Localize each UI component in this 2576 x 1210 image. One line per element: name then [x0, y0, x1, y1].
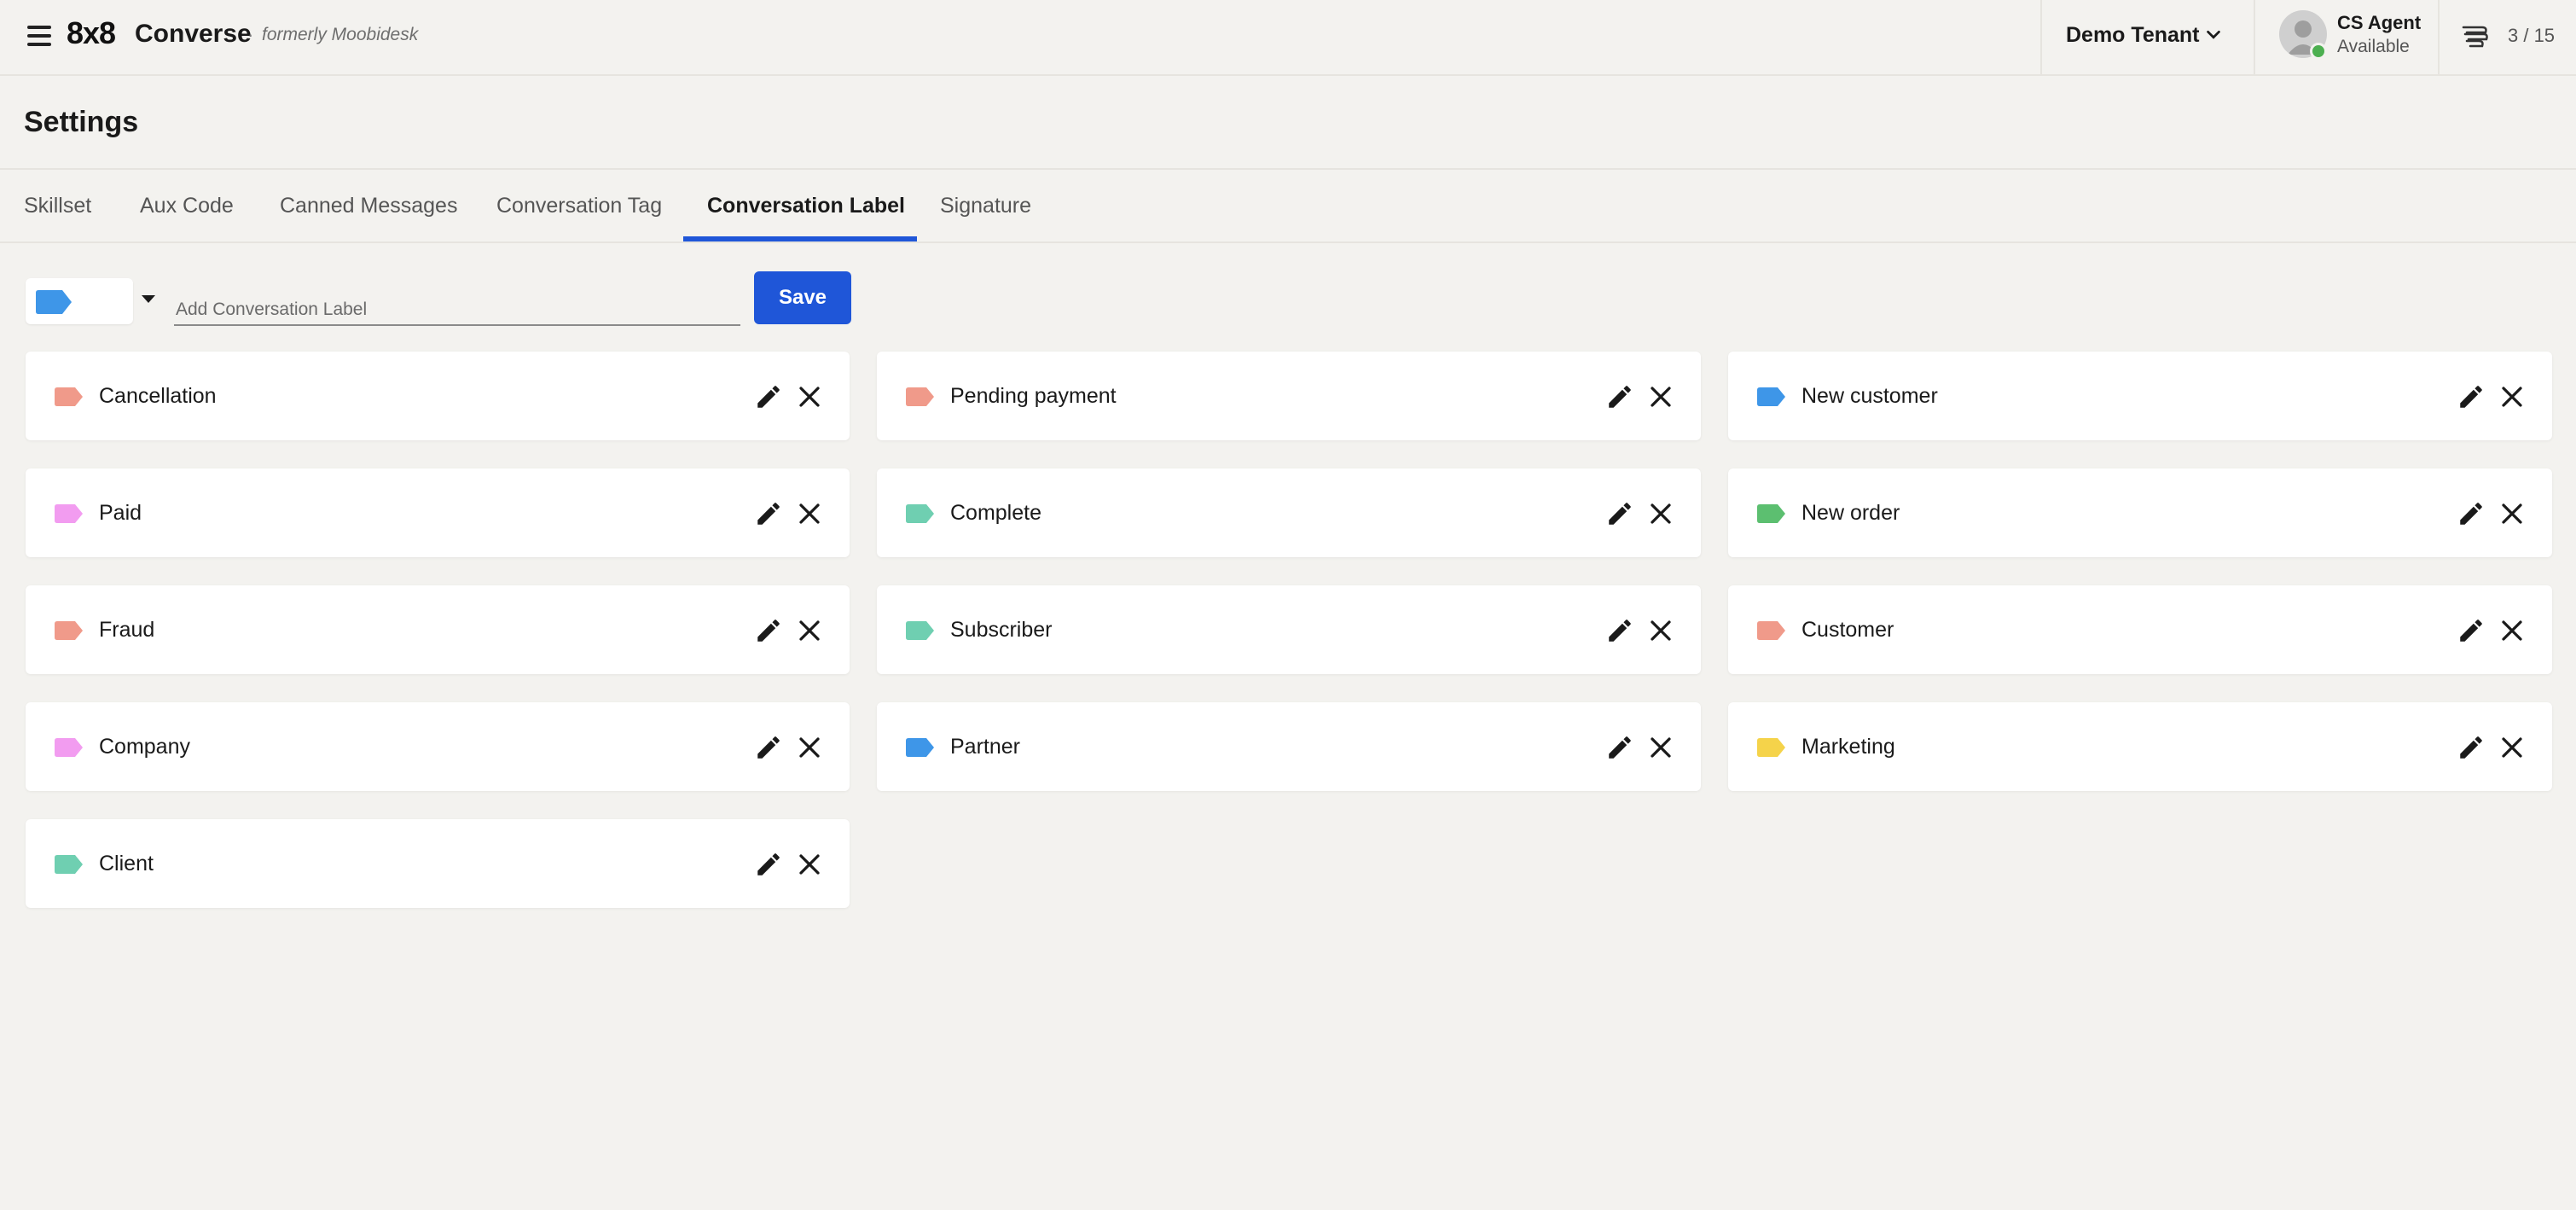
brand-logo: 8x8 — [67, 15, 116, 50]
edit-icon[interactable] — [1605, 499, 1634, 528]
label-card: New order — [1728, 468, 2552, 557]
delete-icon[interactable] — [2499, 501, 2525, 526]
label-name: Subscriber — [950, 618, 1053, 642]
label-card: Marketing — [1728, 702, 2552, 791]
agent-status: Available — [2337, 37, 2410, 56]
tab-skillset[interactable]: Skillset — [24, 194, 91, 218]
edit-icon[interactable] — [2457, 382, 2486, 411]
delete-icon[interactable] — [2499, 384, 2525, 410]
top-bar: 8x8 Converse · formerly Moobidesk Demo T… — [0, 0, 2576, 76]
label-tag-icon — [906, 504, 935, 523]
edit-icon[interactable] — [754, 499, 783, 528]
label-card: Paid — [26, 468, 850, 557]
edit-icon[interactable] — [1605, 733, 1634, 762]
save-button[interactable]: Save — [754, 271, 851, 324]
divider — [2254, 0, 2255, 76]
label-name: Marketing — [1801, 735, 1895, 759]
label-tag-icon — [1757, 621, 1786, 640]
label-card: Client — [26, 819, 850, 908]
menu-icon[interactable] — [27, 26, 51, 46]
label-card: Fraud — [26, 585, 850, 674]
tab-signature[interactable]: Signature — [940, 194, 1031, 218]
label-tag-icon — [55, 738, 84, 757]
label-card: Company — [26, 702, 850, 791]
status-dot — [2310, 43, 2327, 60]
label-tag-icon — [55, 855, 84, 874]
label-name: Client — [99, 852, 154, 876]
queue-icon[interactable] — [2460, 20, 2491, 51]
tenant-selector[interactable]: Demo Tenant — [2066, 23, 2200, 48]
brand-name: Converse — [135, 20, 252, 48]
delete-icon[interactable] — [797, 618, 822, 643]
edit-icon[interactable] — [2457, 733, 2486, 762]
label-tag-icon — [55, 387, 84, 406]
label-tag-icon — [1757, 387, 1786, 406]
label-tag-icon — [906, 738, 935, 757]
label-tag-icon — [55, 621, 84, 640]
delete-icon[interactable] — [797, 384, 822, 410]
label-tag-icon — [906, 387, 935, 406]
edit-icon[interactable] — [754, 382, 783, 411]
delete-icon[interactable] — [1648, 735, 1674, 760]
label-name: Complete — [950, 501, 1041, 525]
edit-icon[interactable] — [2457, 616, 2486, 645]
label-name: New order — [1801, 501, 1900, 525]
settings-tabs: Skillset Aux Code Canned Messages Conver… — [0, 170, 2576, 243]
caret-down-icon[interactable] — [142, 295, 155, 303]
label-tag-icon — [55, 504, 84, 523]
label-name: Partner — [950, 735, 1020, 759]
edit-icon[interactable] — [754, 733, 783, 762]
label-name: Fraud — [99, 618, 155, 642]
label-card: Pending payment — [877, 352, 1701, 440]
label-card: Partner — [877, 702, 1701, 791]
label-tag-icon — [1757, 738, 1786, 757]
tab-canned-messages[interactable]: Canned Messages — [280, 194, 457, 218]
edit-icon[interactable] — [754, 616, 783, 645]
edit-icon[interactable] — [754, 850, 783, 879]
page-title: Settings — [24, 106, 139, 138]
label-card: Cancellation — [26, 352, 850, 440]
label-card: Customer — [1728, 585, 2552, 674]
tab-conversation-label[interactable]: Conversation Label — [707, 194, 905, 218]
agent-name: CS Agent — [2337, 12, 2422, 33]
delete-icon[interactable] — [1648, 384, 1674, 410]
delete-icon[interactable] — [2499, 618, 2525, 643]
label-name: Paid — [99, 501, 142, 525]
brand-subtitle: formerly Moobidesk — [262, 25, 419, 44]
tab-conversation-tag[interactable]: Conversation Tag — [496, 194, 662, 218]
label-card: Complete — [877, 468, 1701, 557]
delete-icon[interactable] — [1648, 501, 1674, 526]
label-name: New customer — [1801, 384, 1938, 408]
label-name: Cancellation — [99, 384, 217, 408]
label-tag-icon — [36, 290, 73, 314]
label-color-picker[interactable] — [26, 278, 133, 324]
brand-separator: · — [247, 24, 254, 45]
label-name: Company — [99, 735, 190, 759]
divider — [2438, 0, 2440, 76]
edit-icon[interactable] — [1605, 616, 1634, 645]
label-name: Customer — [1801, 618, 1894, 642]
delete-icon[interactable] — [2499, 735, 2525, 760]
delete-icon[interactable] — [797, 852, 822, 877]
delete-icon[interactable] — [797, 735, 822, 760]
delete-icon[interactable] — [797, 501, 822, 526]
label-name: Pending payment — [950, 384, 1117, 408]
tab-aux-code[interactable]: Aux Code — [140, 194, 234, 218]
edit-icon[interactable] — [1605, 382, 1634, 411]
label-tag-icon — [1757, 504, 1786, 523]
label-card: New customer — [1728, 352, 2552, 440]
queue-count: 3 / 15 — [2508, 25, 2556, 46]
label-tag-icon — [906, 621, 935, 640]
active-tab-indicator — [683, 236, 917, 241]
label-card: Subscriber — [877, 585, 1701, 674]
chevron-down-icon[interactable] — [2204, 26, 2223, 44]
add-label-input[interactable] — [174, 287, 740, 326]
divider — [2040, 0, 2042, 76]
delete-icon[interactable] — [1648, 618, 1674, 643]
edit-icon[interactable] — [2457, 499, 2486, 528]
